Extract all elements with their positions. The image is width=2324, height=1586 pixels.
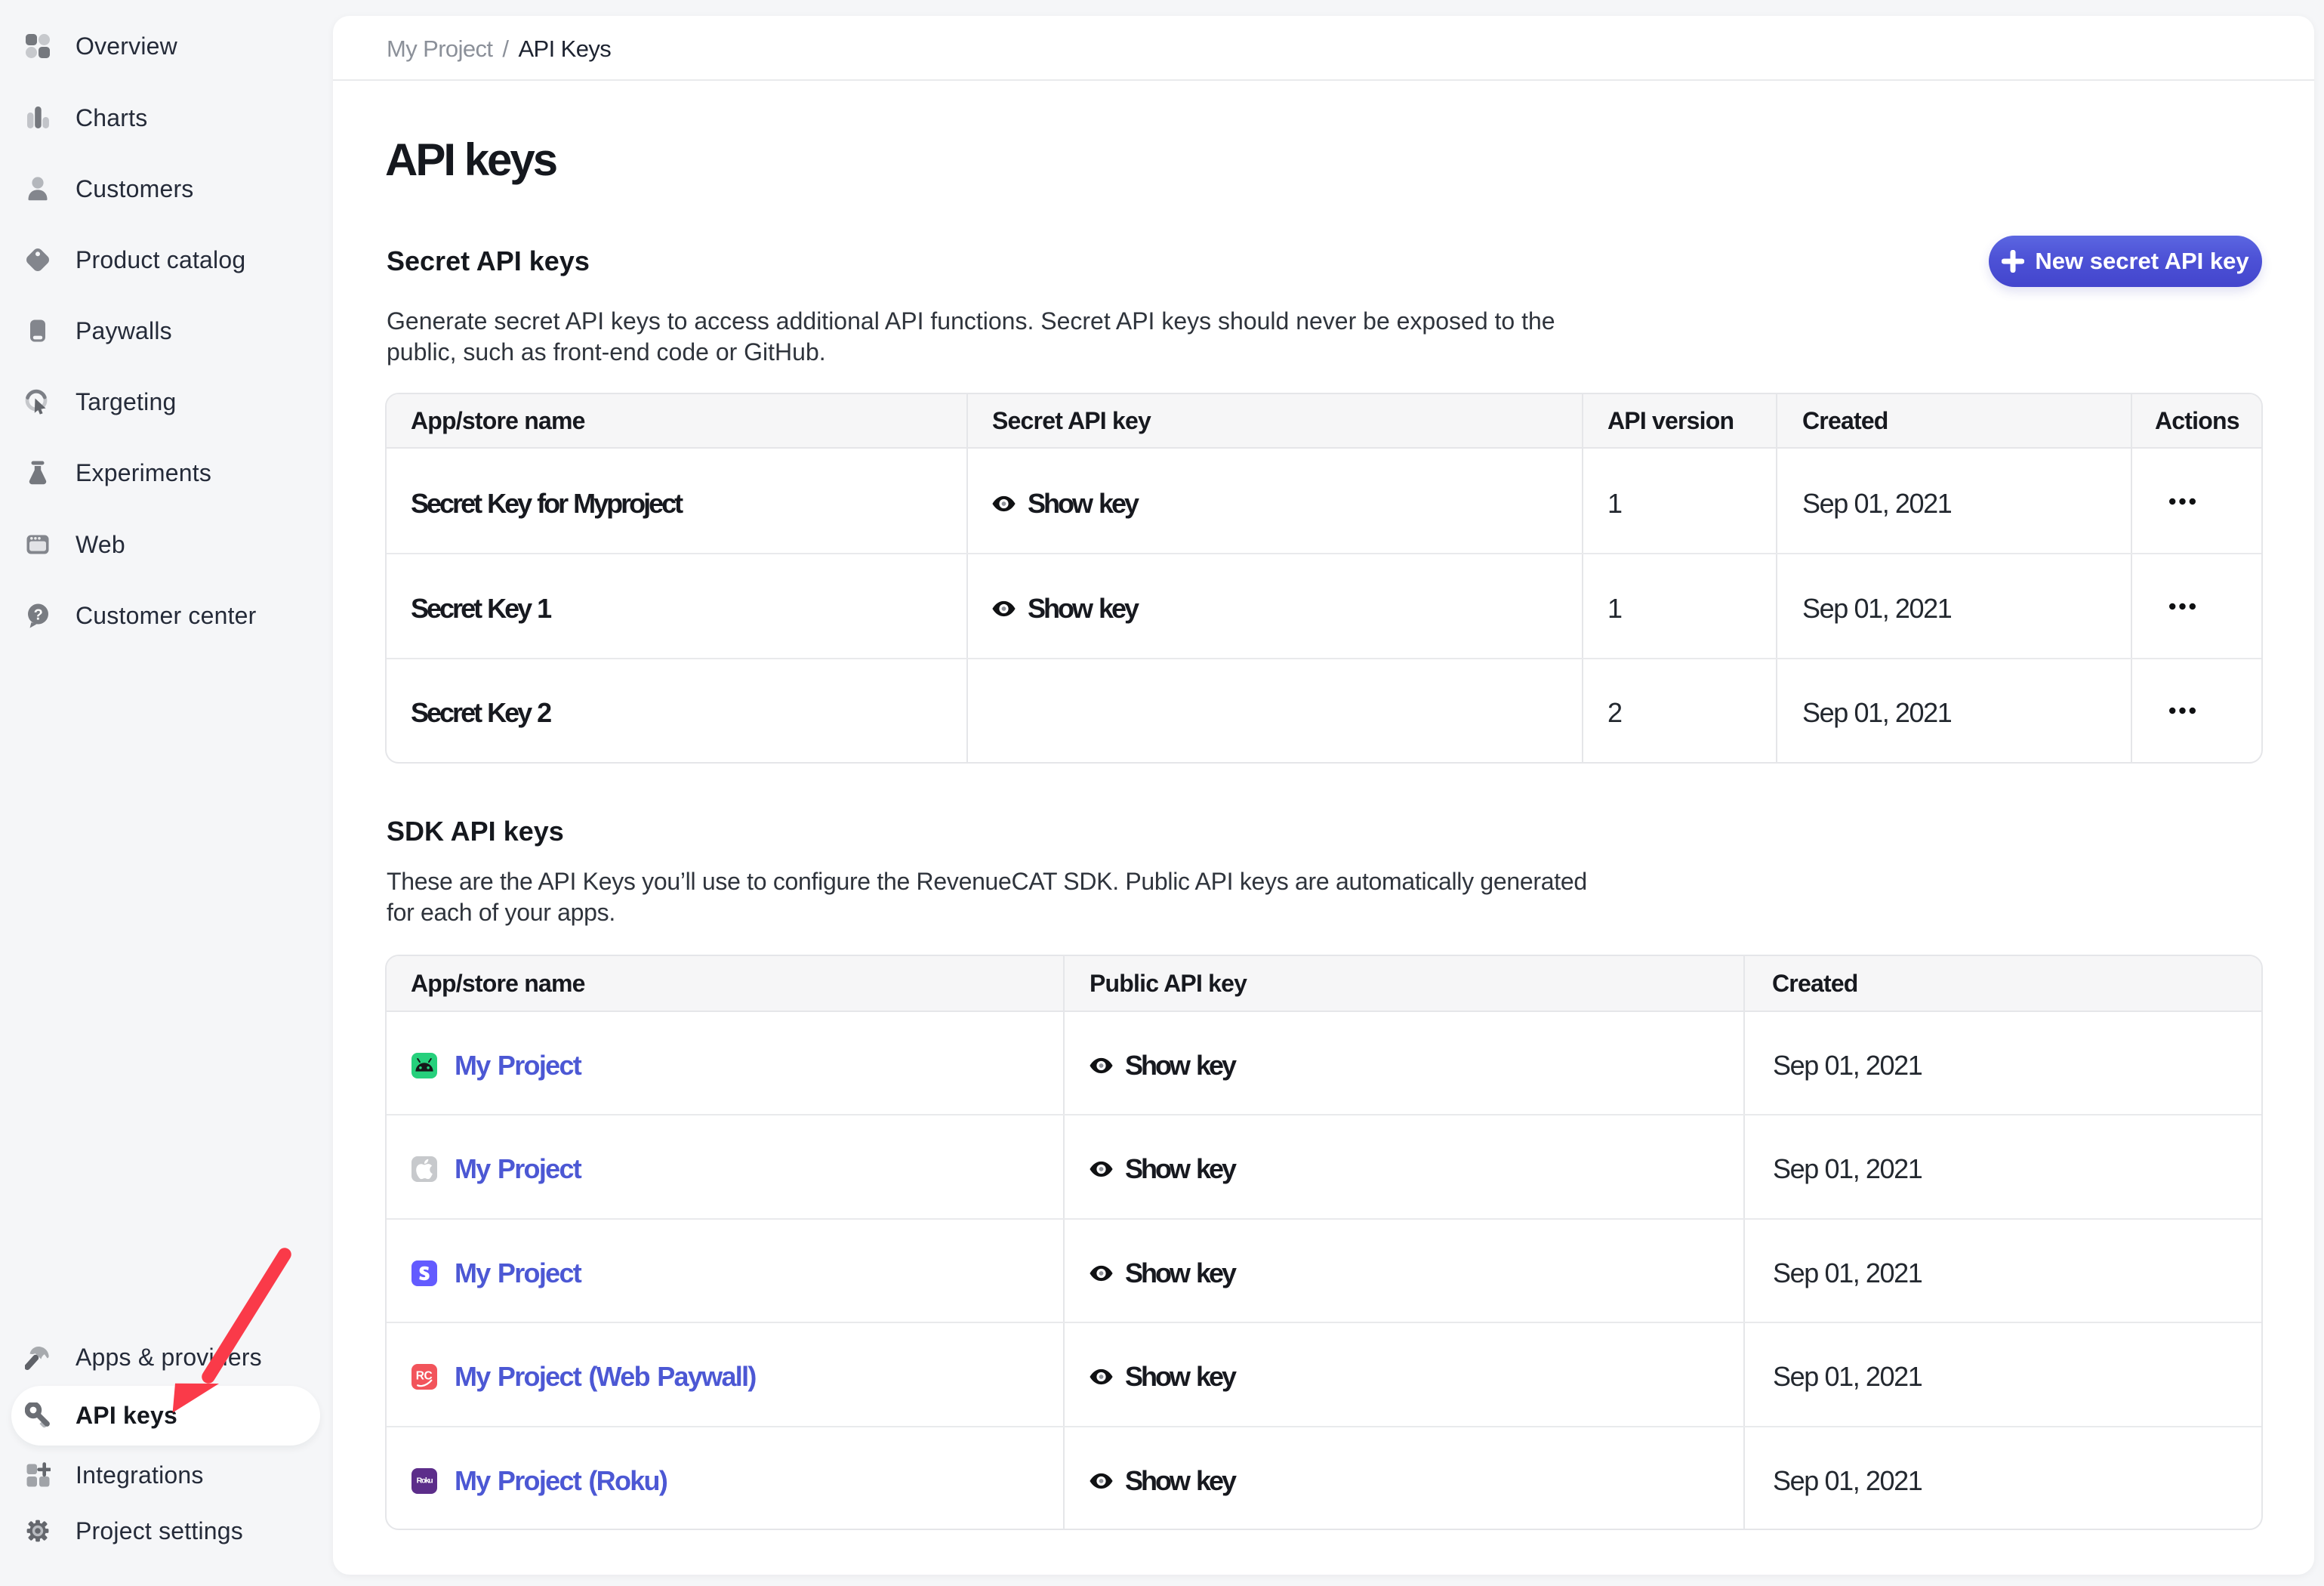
svg-text:RC: RC <box>416 1369 433 1382</box>
svg-text:?: ? <box>34 607 43 624</box>
svg-text:Roku: Roku <box>417 1476 433 1485</box>
